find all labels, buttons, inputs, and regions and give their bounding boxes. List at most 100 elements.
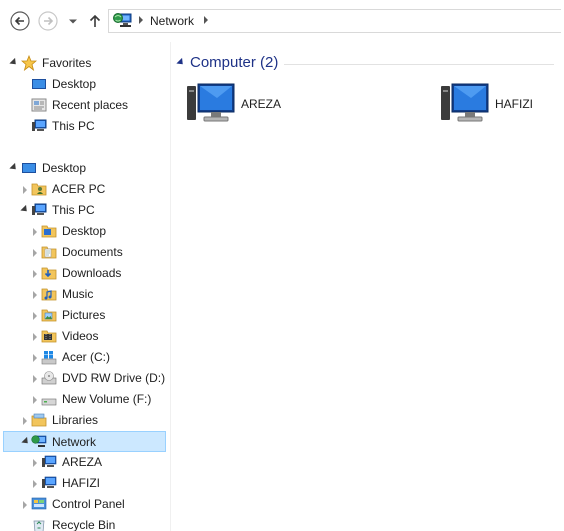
expand-arrow-icon[interactable] [23,501,27,509]
computer-name: HAFIZI [495,97,533,111]
this-pc-icon [32,119,47,131]
recent-locations-button[interactable] [66,11,86,31]
expand-arrow-icon[interactable] [23,417,27,425]
tree-item-favorites-this-pc[interactable]: This PC [0,116,166,137]
tree-item-label: Acer (C:) [62,350,110,364]
control-panel-icon [31,497,47,510]
tree-item-desktop-root[interactable]: Desktop [0,158,166,179]
tree-item-hafizi[interactable]: HAFIZI [0,473,166,494]
tree-item-new-volume[interactable]: New Volume (F:) [0,389,166,410]
tree-item-label: Recent places [52,98,129,112]
desktop-icon [22,163,36,173]
windows-drive-icon [41,351,57,365]
expand-arrow-icon[interactable] [33,228,37,236]
tree-item-music[interactable]: Music [0,284,166,305]
network-computer-hafizi[interactable]: HAFIZI [441,80,564,130]
expand-arrow-icon[interactable] [33,375,37,383]
up-arrow-icon [89,14,101,27]
tree-item-label: This PC [52,119,95,133]
tree-item-pictures[interactable]: Pictures [0,305,166,326]
forward-arrow-icon [38,11,58,31]
tree-item-network[interactable]: Network [3,431,166,452]
expand-arrow-icon[interactable] [9,57,19,68]
expand-arrow-icon[interactable] [33,459,37,467]
expand-arrow-icon[interactable] [33,354,37,362]
tree-item-label: Desktop [42,161,87,175]
libraries-icon [31,413,47,427]
tree-item-dvd-drive[interactable]: DVD RW Drive (D:) [0,368,166,389]
group-title: Computer (2) [190,54,279,71]
tree-item-recycle-bin[interactable]: Recycle Bin [0,515,166,531]
tree-item-label: Documents [62,245,123,259]
expand-arrow-icon[interactable] [9,162,19,173]
expand-arrow-icon[interactable] [33,312,37,320]
breadcrumb-network[interactable]: Network [150,14,194,28]
expand-arrow-icon[interactable] [21,436,31,447]
tree-item-favorites-desktop[interactable]: Desktop [0,74,166,95]
tree-item-areza[interactable]: AREZA [0,452,166,473]
expand-arrow-icon[interactable] [33,270,37,278]
computer-name: AREZA [241,97,282,111]
address-bar[interactable]: Network [108,9,561,33]
dvd-drive-icon [41,371,57,385]
expand-arrow-icon[interactable] [33,333,37,341]
pictures-folder-icon [41,309,57,322]
tree-item-label: HAFIZI [62,476,100,490]
tree-item-label: New Volume (F:) [62,392,152,406]
music-folder-icon [41,288,57,301]
tree-item-acer-c[interactable]: Acer (C:) [0,347,166,368]
expand-arrow-icon[interactable] [23,186,27,194]
navigation-bar: Network [0,0,564,42]
tree-item-libraries[interactable]: Libraries [0,410,166,431]
tree-item-label: Desktop [52,77,97,91]
tree-item-favorites[interactable]: Favorites [0,53,166,74]
videos-folder-icon [41,330,57,343]
documents-folder-icon [41,246,57,259]
expand-arrow-icon[interactable] [33,396,37,404]
tree-item-label: Downloads [62,266,122,280]
network-icon [113,13,132,27]
tree-item-label: Pictures [62,308,106,322]
forward-button[interactable] [38,11,58,31]
tree-item-control-panel[interactable]: Control Panel [0,494,166,515]
tree-item-label: Music [62,287,94,301]
tree-item-label: Desktop [62,224,107,238]
group-divider [284,64,554,65]
tree-item-acer-pc[interactable]: ACER PC [0,179,166,200]
tree-item-downloads[interactable]: Downloads [0,263,166,284]
desktop-folder-icon [41,225,57,238]
back-button[interactable] [10,11,30,31]
computer-icon [42,476,57,488]
tree-item-recent-places[interactable]: Recent places [0,95,166,116]
computer-icon [441,83,489,122]
network-icon [31,435,47,447]
tree-item-label: This PC [52,203,95,217]
desktop-icon [32,79,46,89]
tree-item-label: Libraries [52,413,99,427]
breadcrumb-separator-icon [139,16,143,24]
expand-arrow-icon[interactable] [33,480,37,488]
tree-item-label: Control Panel [52,497,125,511]
drive-icon [41,398,57,406]
navigation-pane: Favorites Desktop Recent places This PC [0,42,170,531]
tree-item-pc-desktop[interactable]: Desktop [0,221,166,242]
network-computer-areza[interactable]: AREZA [187,80,327,130]
tree-item-label: Favorites [42,56,92,70]
star-icon [21,55,37,71]
recycle-bin-icon [33,520,45,531]
tree-item-this-pc[interactable]: This PC [0,200,166,221]
expand-arrow-icon[interactable] [33,291,37,299]
tree-item-label: Videos [62,329,99,343]
expand-arrow-icon[interactable] [33,249,37,257]
tree-item-videos[interactable]: Videos [0,326,166,347]
tree-item-label: DVD RW Drive (D:) [62,371,166,385]
expand-arrow-icon[interactable] [20,204,30,215]
collapse-arrow-icon[interactable] [176,57,186,68]
breadcrumb-separator-icon[interactable] [204,16,208,24]
downloads-folder-icon [41,267,57,280]
content-pane: Computer (2) AREZA HAFIZI [171,42,564,531]
this-pc-icon [32,203,47,215]
back-arrow-icon [10,11,30,31]
up-button[interactable] [86,11,106,31]
tree-item-documents[interactable]: Documents [0,242,166,263]
